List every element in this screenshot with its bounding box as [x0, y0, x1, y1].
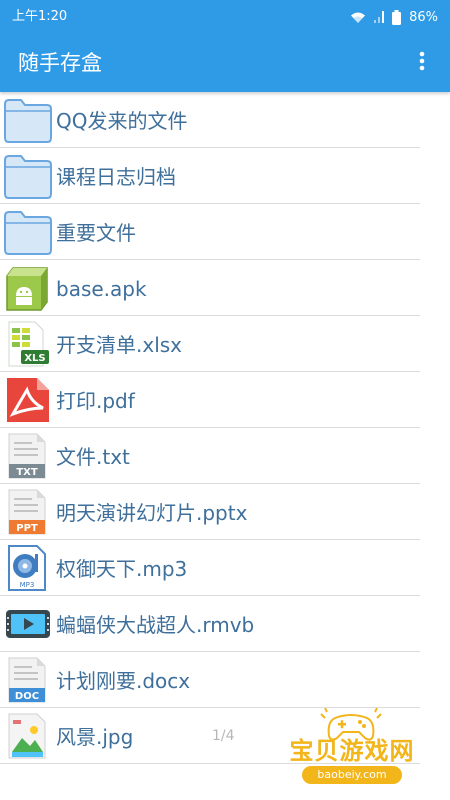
file-name: 明天演讲幻灯片.pptx	[56, 501, 248, 525]
file-name: 风景.jpg	[56, 725, 134, 749]
app-title: 随手存盒	[18, 51, 102, 75]
file-name: 课程日志归档	[56, 165, 176, 189]
file-row-mp3[interactable]: MP3 权御天下.mp3	[0, 540, 420, 596]
file-row-rmvb[interactable]: 蝙蝠侠大战超人.rmvb	[0, 596, 420, 652]
txt-file-icon: TXT	[3, 432, 53, 480]
file-row-pdf[interactable]: 打印.pdf	[0, 372, 420, 428]
file-row-pptx[interactable]: PPT 明天演讲幻灯片.pptx	[0, 484, 420, 540]
pdf-file-icon	[3, 376, 53, 424]
image-file-icon	[3, 712, 53, 760]
xls-file-icon: XLS	[3, 320, 53, 368]
file-name: 打印.pdf	[56, 389, 135, 413]
mp3-icon-label: MP3	[20, 581, 35, 589]
file-name: 计划刚要.docx	[56, 669, 191, 693]
folder-icon	[3, 96, 53, 144]
doc-file-icon: DOC	[3, 656, 53, 704]
mp3-file-icon: MP3	[3, 544, 53, 592]
site-watermark: 宝贝游戏网 baobeiy.com	[272, 707, 432, 792]
file-name: 权御天下.mp3	[56, 557, 188, 581]
wifi-icon	[350, 11, 366, 24]
battery-percentage: 86%	[409, 9, 438, 25]
file-name: 文件.txt	[56, 445, 130, 469]
video-file-icon	[3, 600, 53, 648]
page-indicator: 1/4	[212, 728, 235, 744]
file-row-folder[interactable]: QQ发来的文件	[0, 92, 420, 148]
doc-icon-label: DOC	[15, 691, 39, 702]
xls-icon-label: XLS	[24, 353, 45, 364]
file-name: 开支清单.xlsx	[56, 333, 183, 357]
more-options-button[interactable]	[408, 49, 436, 77]
status-icons: 86%	[350, 7, 438, 27]
folder-icon	[3, 152, 53, 200]
file-name: base.apk	[56, 277, 147, 301]
battery-icon	[392, 9, 402, 25]
apk-file-icon	[3, 264, 53, 312]
status-time: 上午1:20	[12, 9, 68, 24]
watermark-url: baobeiy.com	[302, 766, 402, 784]
ppt-file-icon: PPT	[3, 488, 53, 536]
file-row-txt[interactable]: TXT 文件.txt	[0, 428, 420, 484]
file-row-folder[interactable]: 重要文件	[0, 204, 420, 260]
file-list: QQ发来的文件 课程日志归档 重要文件 base.apk XLS 开支清单.xl…	[0, 92, 420, 800]
more-vert-icon	[419, 51, 425, 75]
file-name: 重要文件	[56, 221, 136, 245]
app-bar: 随手存盒	[0, 34, 450, 92]
file-row-apk[interactable]: base.apk	[0, 260, 420, 316]
status-bar: 上午1:20 86%	[0, 0, 450, 34]
file-name: 蝙蝠侠大战超人.rmvb	[56, 613, 255, 637]
watermark-site-name: 宝贝游戏网	[289, 736, 415, 765]
file-row-folder[interactable]: 课程日志归档	[0, 148, 420, 204]
ppt-icon-label: PPT	[16, 523, 38, 534]
file-name: QQ发来的文件	[56, 109, 188, 133]
file-row-xlsx[interactable]: XLS 开支清单.xlsx	[0, 316, 420, 372]
file-row-docx[interactable]: DOC 计划刚要.docx	[0, 652, 420, 708]
signal-icon	[374, 11, 385, 23]
folder-icon	[3, 208, 53, 256]
txt-icon-label: TXT	[16, 467, 38, 478]
